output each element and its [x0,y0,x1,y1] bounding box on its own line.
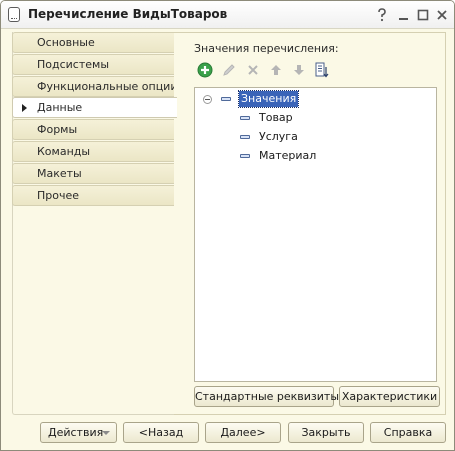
enum-value-icon [221,97,231,101]
nav-item-other[interactable]: Прочее [12,185,175,206]
enum-value-icon [240,135,250,139]
standard-attributes-button[interactable]: Стандартные реквизиты [194,386,339,407]
move-up-icon[interactable] [267,61,285,79]
values-label: Значения перечисления: [194,42,339,55]
window-title: Перечисление ВидыТоваров [28,7,228,21]
tree-item-label: Материал [259,149,317,162]
add-icon[interactable] [196,61,214,79]
close-icon[interactable] [433,6,451,24]
active-arrow-icon [22,104,27,112]
tree-row-item[interactable]: Товар [195,109,435,127]
actions-label: Действия [48,426,104,439]
nav-item-subsystems[interactable]: Подсистемы [12,54,175,75]
delete-icon[interactable] [244,61,262,79]
edit-icon[interactable] [220,61,238,79]
nav-item-templates[interactable]: Макеты [12,163,175,184]
nav-item-label: Прочее [37,189,80,202]
collapse-icon[interactable] [203,95,212,104]
app-icon [8,7,20,22]
tree-row-item[interactable]: Услуга [195,128,435,146]
sections-nav: Основные Подсистемы Функциональные опции… [12,32,178,415]
nav-item-label: Макеты [37,167,82,180]
tree-item-label: Услуга [259,130,298,143]
help-button[interactable]: Справка [370,422,446,443]
maximize-icon[interactable] [414,6,432,24]
actions-button[interactable]: Действия [40,422,117,443]
nav-item-functional-options[interactable]: Функциональные опции [12,76,178,97]
help-icon[interactable] [373,6,391,24]
nav-item-label: Формы [37,123,78,136]
enum-value-icon [240,116,250,120]
move-down-icon[interactable] [290,61,308,79]
nav-item-forms[interactable]: Формы [12,119,175,140]
title-bar[interactable]: Перечисление ВидыТоваров [1,1,454,29]
tree-row-item[interactable]: Материал [195,147,435,165]
enum-value-icon [240,154,250,158]
next-button[interactable]: Далее> [205,422,281,443]
data-panel: Значения перечисления: Значения Товар Ус… [174,32,446,415]
close-button[interactable]: Закрыть [288,422,364,443]
nav-item-data[interactable]: Данные [12,97,177,118]
chevron-down-icon [102,431,110,435]
nav-item-main[interactable]: Основные [12,32,175,53]
back-button[interactable]: <Назад [123,422,199,443]
minimize-icon[interactable] [395,6,413,24]
nav-item-commands[interactable]: Команды [12,141,175,162]
nav-item-label: Подсистемы [37,58,110,71]
nav-item-label: Функциональные опции [37,80,178,93]
characteristics-button[interactable]: Характеристики [339,386,440,407]
values-tree[interactable]: Значения Товар Услуга Материал [194,87,437,382]
nav-item-label: Основные [37,36,95,49]
sort-icon[interactable] [313,61,331,79]
tree-item-label: Товар [259,111,293,124]
nav-item-label: Команды [37,145,91,158]
tree-root-label: Значения [237,90,300,108]
enum-editor-window: Перечисление ВидыТоваров Основные Подсис… [0,0,455,451]
tree-row-root[interactable]: Значения [195,90,435,108]
nav-item-label: Данные [37,101,83,114]
